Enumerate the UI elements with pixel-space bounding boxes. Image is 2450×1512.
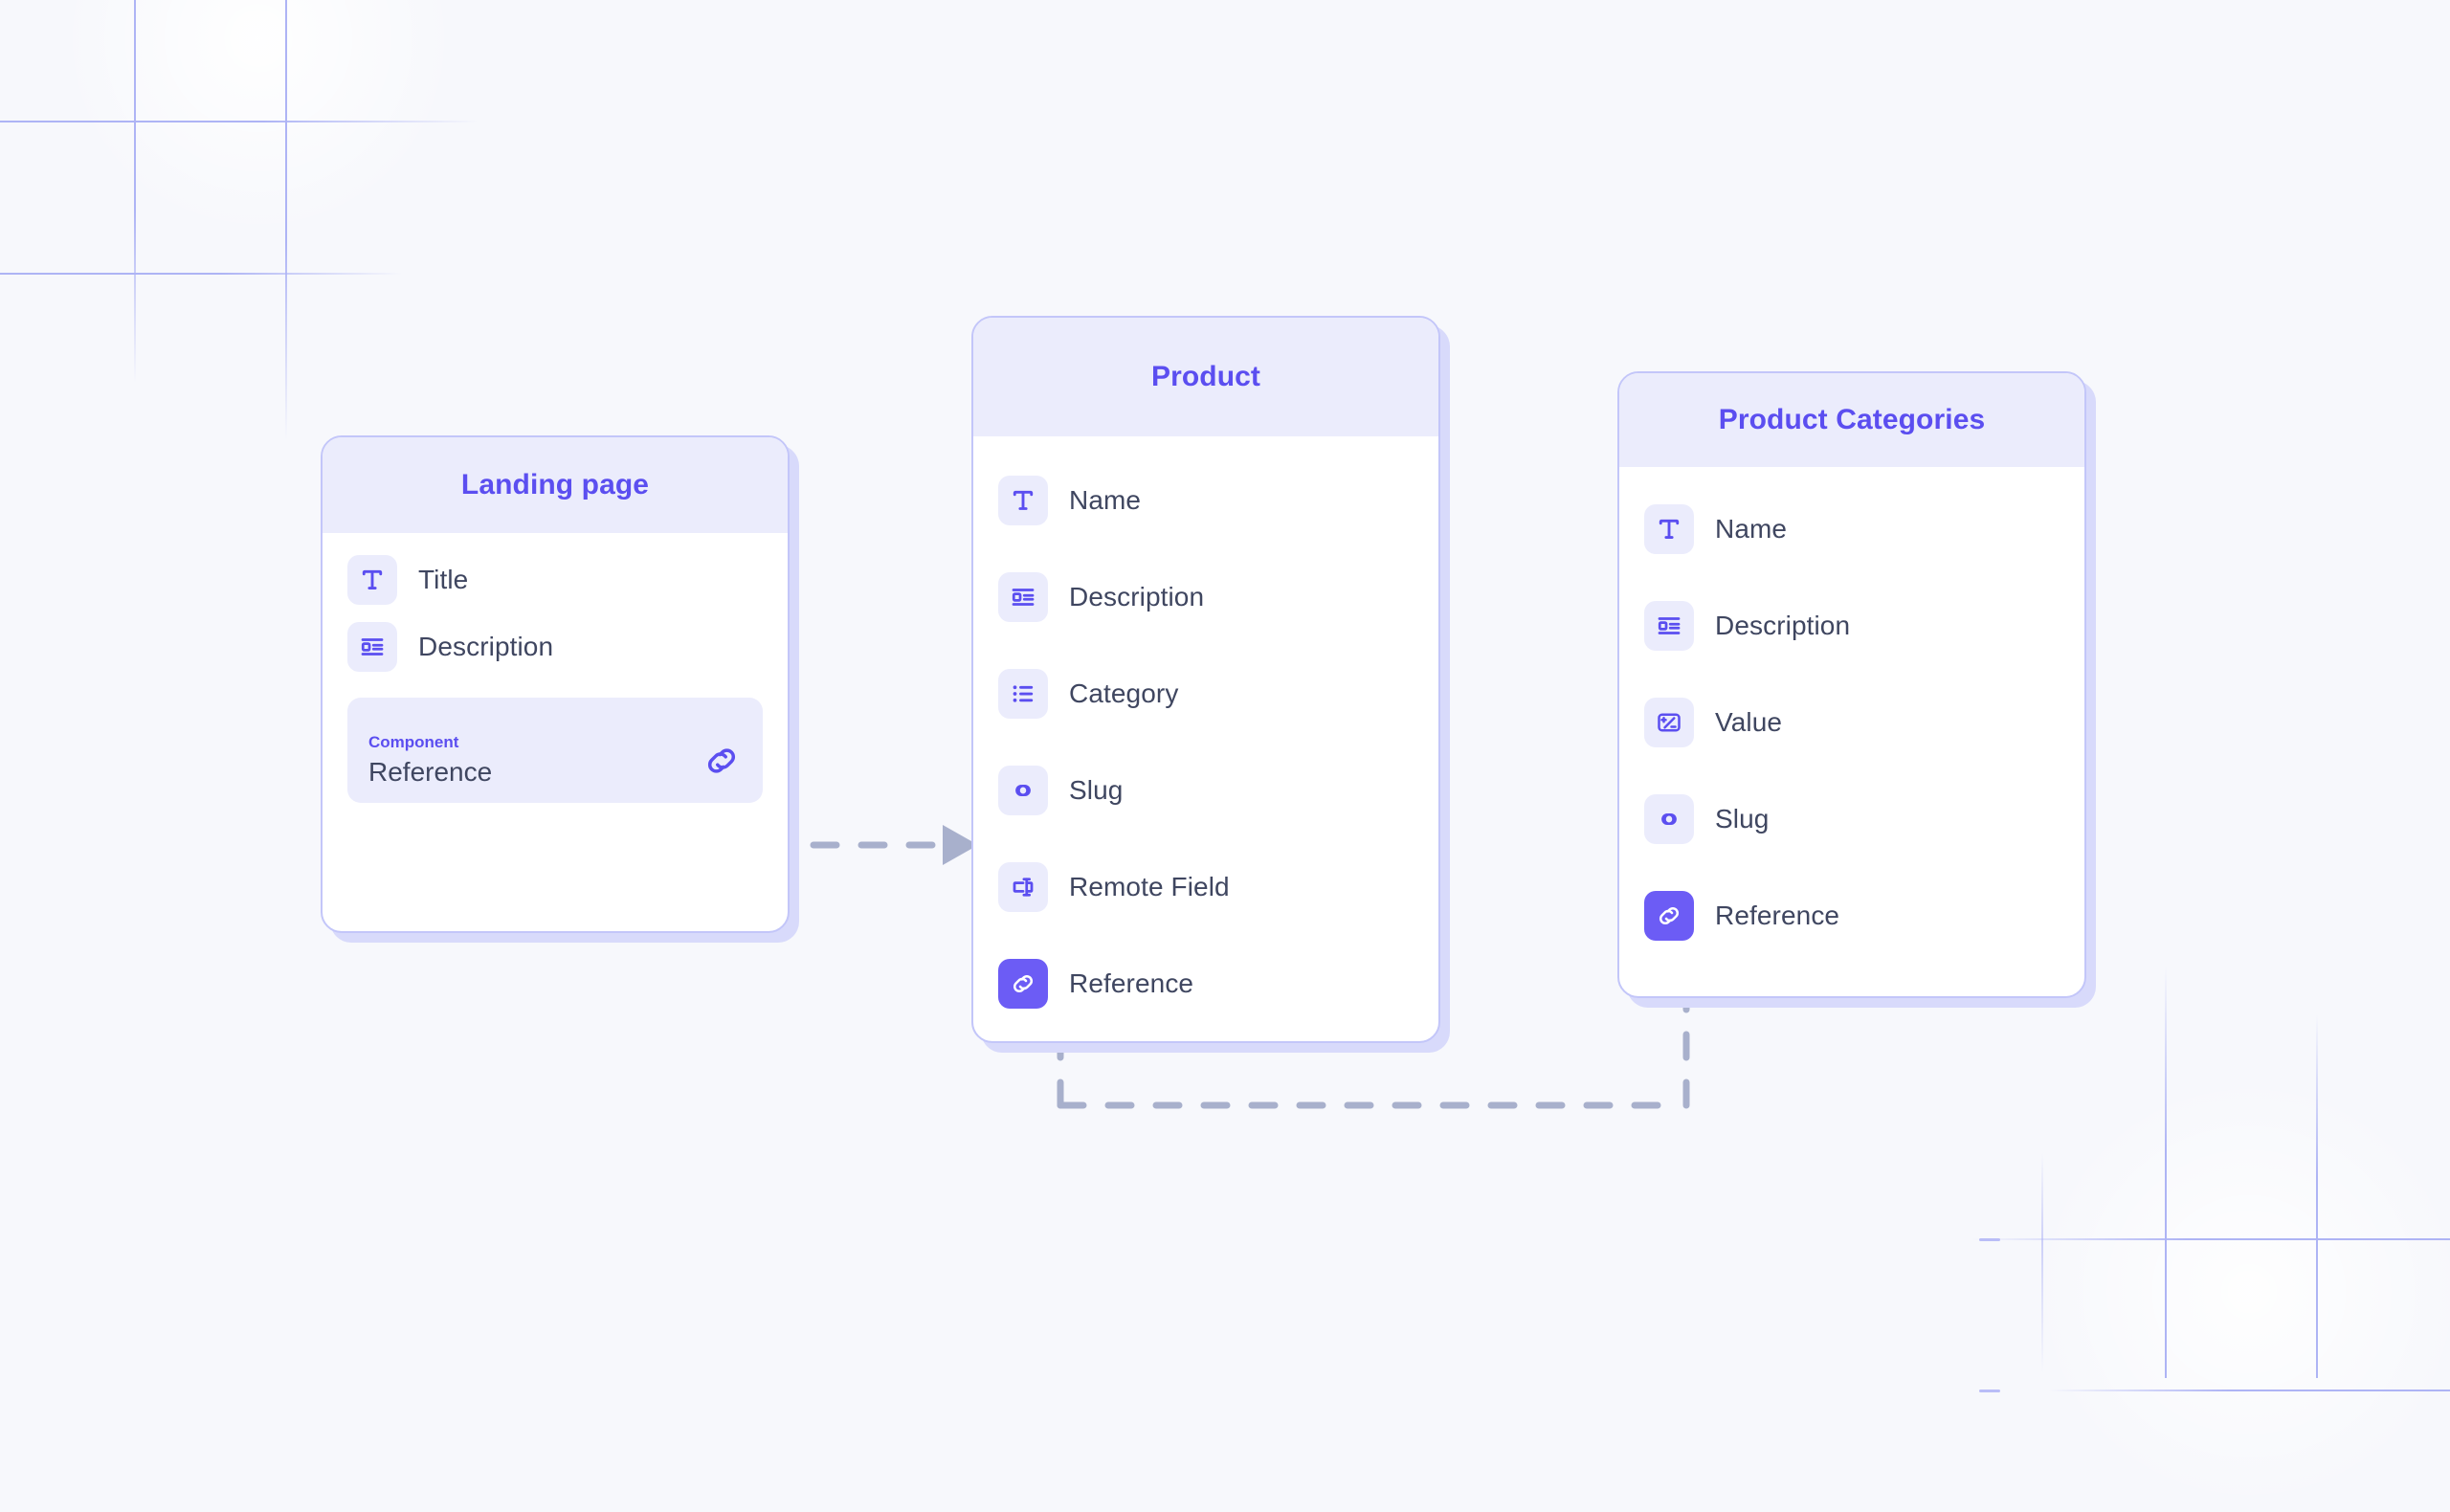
field-row[interactable]: Description <box>347 613 763 680</box>
field-row[interactable]: Name <box>1644 480 2060 577</box>
card-fields-product-categories: Name Description Value Slug Reference <box>1619 467 2084 985</box>
card-fields-product: Name Description Category Slug Remote Fi… <box>973 436 1438 1041</box>
card-title-product-categories: Product Categories <box>1619 373 2084 467</box>
field-label: Description <box>1069 581 1205 611</box>
grid-dash <box>1979 1238 2000 1241</box>
text-icon <box>1644 503 1694 554</box>
bottom-right-glow <box>2029 1072 2450 1512</box>
entity-card-landing-page[interactable]: Landing page Title Description Component… <box>321 435 790 933</box>
grid-line-vertical <box>2041 1153 2043 1373</box>
card-title-product: Product <box>973 318 1438 436</box>
field-label: Remote Field <box>1069 871 1230 901</box>
grid-dash <box>1979 1390 2000 1392</box>
top-left-glow <box>57 0 459 239</box>
field-row[interactable]: Remote Field <box>998 838 1414 935</box>
entity-card-product[interactable]: Product Name Description Category Slug R… <box>971 316 1440 1043</box>
field-row[interactable]: Slug <box>1644 770 2060 867</box>
field-label: Description <box>418 632 554 661</box>
field-row[interactable]: Title <box>347 546 763 613</box>
field-row[interactable]: Slug <box>998 742 1414 838</box>
field-label: Value <box>1715 706 1783 737</box>
field-row[interactable]: Value <box>1644 674 2060 770</box>
field-row[interactable]: Description <box>1644 577 2060 674</box>
description-icon <box>998 571 1048 622</box>
field-label: Slug <box>1715 803 1770 834</box>
link-icon <box>702 741 742 788</box>
grid-line-horizontal <box>2048 1390 2450 1391</box>
field-row[interactable]: Description <box>998 548 1414 645</box>
card-fields-landing-page: Title Description Component Reference <box>323 533 788 824</box>
grid-line-vertical <box>2316 1014 2318 1378</box>
link-icon <box>998 958 1048 1009</box>
field-label: Name <box>1715 513 1788 544</box>
text-icon <box>998 475 1048 525</box>
field-label: Category <box>1069 678 1179 708</box>
grid-line-vertical <box>285 0 287 440</box>
field-label: Title <box>418 565 469 594</box>
link-icon <box>1644 890 1694 941</box>
grid-line-horizontal <box>0 273 402 275</box>
component-kicker: Component <box>368 733 459 752</box>
card-title-landing-page: Landing page <box>323 437 788 533</box>
grid-line-horizontal <box>0 121 479 122</box>
field-label: Name <box>1069 484 1142 515</box>
field-label: Reference <box>1069 967 1194 998</box>
component-value: Reference <box>368 756 493 787</box>
description-icon <box>347 622 397 672</box>
component-reference-block[interactable]: Component Reference <box>347 698 763 803</box>
grid-line-horizontal <box>1971 1238 2450 1240</box>
slug-icon <box>998 765 1048 815</box>
text-icon <box>347 555 397 605</box>
field-label: Description <box>1715 610 1851 640</box>
grid-line-vertical <box>134 0 136 383</box>
value-icon <box>1644 697 1694 747</box>
entity-card-product-categories[interactable]: Product Categories Name Description Valu… <box>1617 371 2086 998</box>
description-icon <box>1644 600 1694 651</box>
field-label: Slug <box>1069 774 1124 805</box>
grid-line-vertical <box>2165 967 2167 1378</box>
field-row[interactable]: Name <box>998 452 1414 548</box>
list-icon <box>998 668 1048 719</box>
field-row[interactable]: Category <box>998 645 1414 742</box>
field-row-reference[interactable]: Reference <box>998 935 1414 1032</box>
field-label: Reference <box>1715 900 1840 930</box>
slug-icon <box>1644 793 1694 844</box>
field-row-reference[interactable]: Reference <box>1644 867 2060 964</box>
remote-field-icon <box>998 861 1048 912</box>
